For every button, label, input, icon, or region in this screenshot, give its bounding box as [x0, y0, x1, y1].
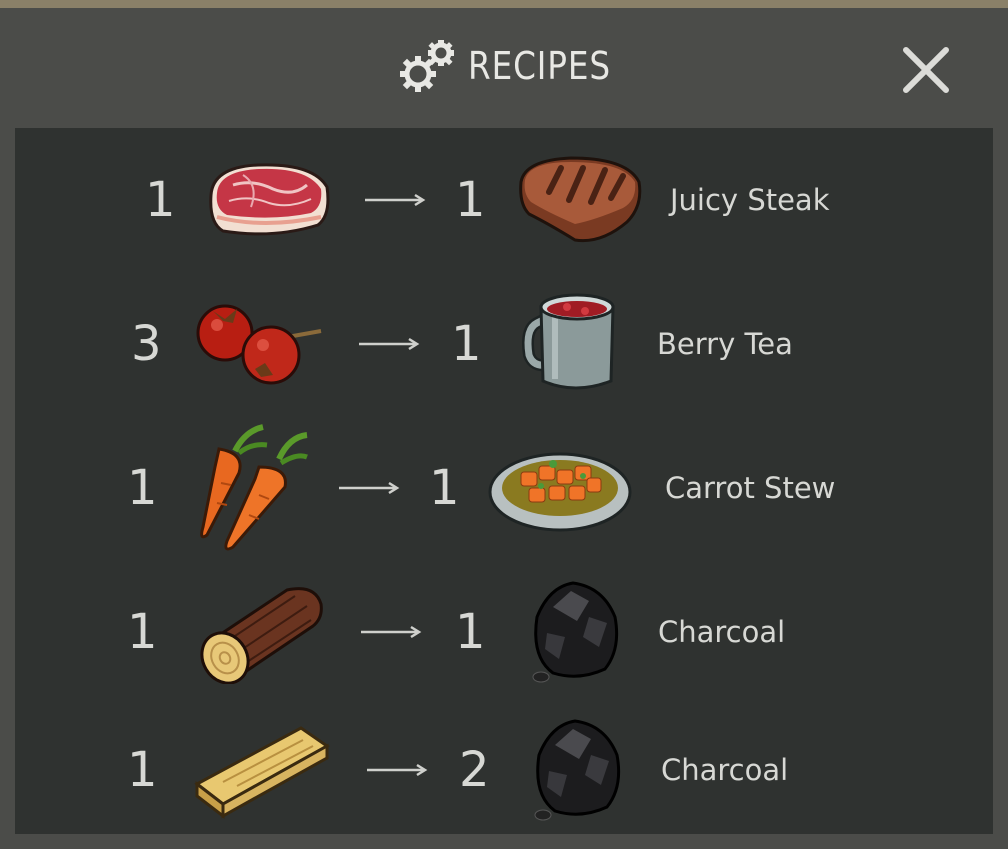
- recipe-row[interactable]: 1 1 Juicy Steak: [15, 128, 993, 272]
- berries-icon: [196, 304, 322, 385]
- arrow-icon: [367, 763, 428, 777]
- raw-meat-icon: [209, 163, 330, 236]
- arrow-icon: [359, 337, 420, 351]
- arrow-icon: [365, 193, 426, 207]
- plank-icon: [194, 726, 330, 820]
- output-quantity: 1: [429, 460, 460, 516]
- charcoal-icon: [532, 581, 619, 683]
- tea-mug-icon: [522, 293, 615, 390]
- page-title: RECIPES: [468, 44, 611, 88]
- header: RECIPES: [0, 8, 1008, 128]
- output-quantity: 1: [455, 604, 486, 660]
- recipe-row[interactable]: 1 2 Charcoal: [15, 698, 993, 842]
- input-quantity: 3: [131, 316, 162, 372]
- recipe-row[interactable]: 1 1 Charcoal: [15, 560, 993, 704]
- output-name: Charcoal: [658, 615, 786, 649]
- input-quantity: 1: [127, 604, 158, 660]
- output-quantity: 1: [451, 316, 482, 372]
- stew-bowl-icon: [488, 452, 632, 532]
- output-quantity: 2: [459, 742, 490, 798]
- charcoal-icon: [534, 719, 621, 821]
- input-quantity: 1: [127, 742, 158, 798]
- output-name: Juicy Steak: [670, 183, 830, 217]
- output-name: Charcoal: [661, 753, 789, 787]
- arrow-icon: [339, 481, 400, 495]
- carrots-icon: [200, 424, 308, 551]
- recipes-panel: 1 1 Juicy Steak 3 1 Berry Tea 1 1 Carrot…: [15, 128, 993, 834]
- recipe-row[interactable]: 1 1 Carrot Stew: [15, 416, 993, 560]
- output-name: Carrot Stew: [665, 471, 836, 505]
- output-quantity: 1: [455, 172, 486, 228]
- close-icon[interactable]: [896, 40, 956, 100]
- gears-icon: [400, 40, 454, 92]
- log-icon: [200, 587, 323, 684]
- input-quantity: 1: [127, 460, 158, 516]
- top-strip: [0, 0, 1008, 8]
- output-name: Berry Tea: [657, 327, 793, 361]
- arrow-icon: [361, 625, 422, 639]
- input-quantity: 1: [145, 172, 176, 228]
- title-group: RECIPES: [396, 36, 634, 96]
- recipe-row[interactable]: 3 1 Berry Tea: [15, 272, 993, 416]
- steak-icon: [519, 156, 642, 243]
